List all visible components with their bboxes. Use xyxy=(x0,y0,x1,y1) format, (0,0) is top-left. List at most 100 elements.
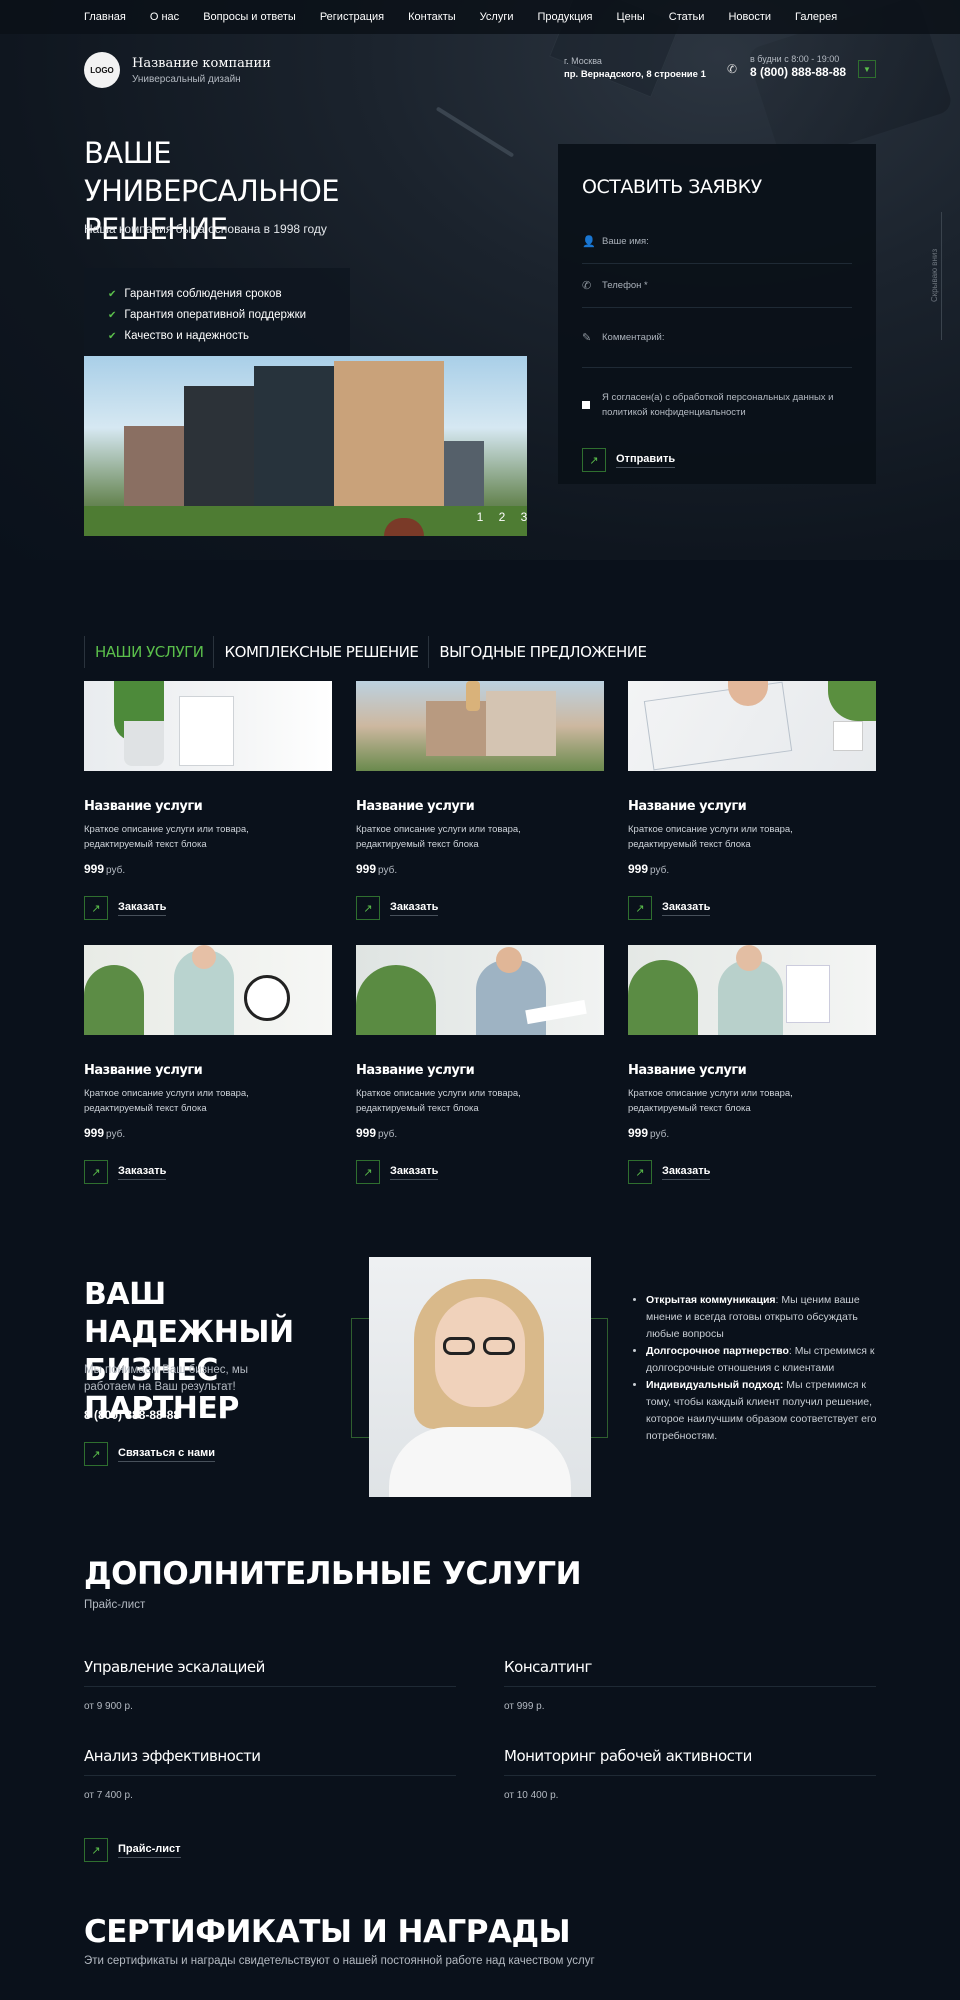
arrow-up-right-icon[interactable]: ↗ xyxy=(84,1838,108,1862)
portrait-photo xyxy=(369,1257,591,1497)
slide-1-button[interactable]: 1 xyxy=(474,510,486,524)
check-icon: ✔ xyxy=(108,310,117,321)
service-image xyxy=(84,945,332,1035)
price-item-price: от 999 р. xyxy=(504,1701,545,1712)
service-price: 999 руб. xyxy=(628,862,670,876)
price-item-price: от 7 400 р. xyxy=(84,1790,133,1801)
arrow-up-right-icon[interactable]: ↗ xyxy=(628,1160,652,1184)
service-description: Краткое описание услуги или товара, реда… xyxy=(84,824,249,850)
request-form: Оставить заявку 👤 Ваше имя: ✆ Телефон * ✎ К… xyxy=(558,144,876,484)
arrow-up-right-icon[interactable]: ↗ xyxy=(84,1442,108,1466)
service-description: Краткое описание услуги или товара, реда… xyxy=(356,824,521,850)
consent-checkbox[interactable]: Я согласен(а) с обработкой персональных … xyxy=(582,390,852,420)
tab-offers[interactable]: Выгодные предложение xyxy=(429,636,656,668)
service-image xyxy=(628,681,876,771)
tab-complex-solutions[interactable]: Комплексные решение xyxy=(214,636,430,668)
partner-subtitle: Мы понимаем Ваш бизнес, мы работаем на В… xyxy=(84,1364,249,1393)
service-card[interactable]: Название услуги Краткое описание услуги … xyxy=(356,681,604,920)
nav-item-register[interactable]: Регистрация xyxy=(320,11,384,23)
price-list-button[interactable]: ↗ Прайс-лист xyxy=(84,1838,181,1862)
side-scroll-label[interactable]: Скрываю вниз xyxy=(930,215,944,335)
nav-item-services[interactable]: Услуги xyxy=(480,11,514,23)
logo[interactable]: LOGO xyxy=(84,52,120,88)
slide-3-button[interactable]: 3 xyxy=(518,510,530,524)
service-card[interactable]: Название услуги Краткое описание услуги … xyxy=(84,681,332,920)
service-description: Краткое описание услуги или товара, реда… xyxy=(84,1088,249,1114)
service-card[interactable]: Название услуги Краткое описание услуги … xyxy=(84,945,332,1184)
nav-item-news[interactable]: Новости xyxy=(728,11,771,23)
arrow-up-right-icon[interactable]: ↗ xyxy=(356,896,380,920)
price-item-price: от 9 900 р. xyxy=(84,1701,133,1712)
pen-icon: ✎ xyxy=(582,332,592,344)
partner-phone[interactable]: 8 (800) 888-88-88 xyxy=(84,1408,180,1422)
submit-button[interactable]: ↗ Отправить xyxy=(582,448,852,472)
arrow-up-right-icon[interactable]: ↗ xyxy=(582,448,606,472)
price-item-price: от 10 400 р. xyxy=(504,1790,559,1801)
arrow-up-right-icon[interactable]: ↗ xyxy=(84,1160,108,1184)
service-image xyxy=(356,945,604,1035)
service-card[interactable]: Название услуги Краткое описание услуги … xyxy=(628,681,876,920)
arrow-up-right-icon[interactable]: ↗ xyxy=(84,896,108,920)
checkbox[interactable] xyxy=(582,401,590,409)
phone-field[interactable]: ✆ Телефон * xyxy=(582,264,852,308)
hero-subtitle: Наша компания была основана в 1998 году xyxy=(84,222,327,236)
price-item-name: Управление эскалацией xyxy=(84,1658,456,1687)
working-hours: в будни с 8:00 - 19:00 xyxy=(750,54,840,64)
user-icon: 👤 xyxy=(582,236,596,248)
service-title: Название услуги xyxy=(628,799,747,814)
service-card[interactable]: Название услуги Краткое описание услуги … xyxy=(628,945,876,1184)
check-icon: ✔ xyxy=(108,331,117,342)
comment-field[interactable]: ✎ Комментарий: xyxy=(582,308,852,368)
phone-block: в будни с 8:00 - 19:00 8 (800) 888-88-88 xyxy=(750,54,846,79)
company-name: Название компании xyxy=(132,55,271,71)
city: г. Москва xyxy=(564,56,602,66)
header-phone[interactable]: 8 (800) 888-88-88 xyxy=(750,65,846,79)
order-button[interactable]: ↗ Заказать xyxy=(84,896,332,920)
contact-us-button[interactable]: ↗ Связаться с нами xyxy=(84,1442,215,1466)
certificates-title: Сертификаты и награды xyxy=(84,1914,571,1950)
nav-item-home[interactable]: Главная xyxy=(84,11,126,23)
price-item-name: Мониторинг рабочей активности xyxy=(504,1747,876,1776)
order-button[interactable]: ↗ Заказать xyxy=(84,1160,332,1184)
service-description: Краткое описание услуги или товара, реда… xyxy=(628,824,793,850)
chevron-down-icon[interactable]: ▼ xyxy=(858,60,876,78)
nav-item-prices[interactable]: Цены xyxy=(617,11,645,23)
nav-item-products[interactable]: Продукция xyxy=(537,11,592,23)
order-button[interactable]: ↗ Заказать xyxy=(628,896,876,920)
nav-item-articles[interactable]: Статьи xyxy=(669,11,705,23)
nav-item-gallery[interactable]: Галерея xyxy=(795,11,837,23)
check-icon: ✔ xyxy=(108,289,117,300)
extra-services-subtitle: Прайс-лист xyxy=(84,1599,146,1611)
company-tagline: Универсальный дизайн xyxy=(132,73,241,85)
name-field[interactable]: 👤 Ваше имя: xyxy=(582,220,852,264)
service-card[interactable]: Название услуги Краткое описание услуги … xyxy=(356,945,604,1184)
feature-item: ✔ Гарантия оперативной поддержки xyxy=(108,309,307,321)
brand: Название компании Универсальный дизайн xyxy=(132,56,271,85)
order-button[interactable]: ↗ Заказать xyxy=(356,896,604,920)
benefit-item: Открытая коммуникация: Мы ценим ваше мне… xyxy=(646,1292,882,1343)
certificates-subtitle: Эти сертификаты и награды свидетельствую… xyxy=(84,1955,595,1967)
service-description: Краткое описание услуги или товара, реда… xyxy=(628,1088,793,1114)
slider-pagination: 1 2 3 xyxy=(474,510,530,524)
nav-item-contacts[interactable]: Контакты xyxy=(408,11,456,23)
order-button[interactable]: ↗ Заказать xyxy=(628,1160,876,1184)
address-block: г. Москва пр. Вернадского, 8 строение 1 xyxy=(564,56,706,80)
order-button[interactable]: ↗ Заказать xyxy=(356,1160,604,1184)
form-title: Оставить заявку xyxy=(582,176,762,198)
service-title: Название услуги xyxy=(356,799,475,814)
feature-item: ✔ Качество и надежность xyxy=(108,330,249,342)
service-description: Краткое описание услуги или товара, реда… xyxy=(356,1088,521,1114)
arrow-up-right-icon[interactable]: ↗ xyxy=(628,896,652,920)
feature-item: ✔ Гарантия соблюдения сроков xyxy=(108,288,282,300)
nav-item-faq[interactable]: Вопросы и ответы xyxy=(203,11,296,23)
service-image xyxy=(628,945,876,1035)
service-image xyxy=(84,681,332,771)
nav-item-about[interactable]: О нас xyxy=(150,11,179,23)
service-title: Название услуги xyxy=(628,1063,747,1078)
slide-2-button[interactable]: 2 xyxy=(496,510,508,524)
arrow-up-right-icon[interactable]: ↗ xyxy=(356,1160,380,1184)
tab-our-services[interactable]: Наши услуги xyxy=(84,636,215,668)
top-navigation: Главная О нас Вопросы и ответы Регистрац… xyxy=(0,0,960,34)
service-price: 999 руб. xyxy=(84,862,126,876)
partner-benefits: Открытая коммуникация: Мы ценим ваше мне… xyxy=(632,1292,882,1445)
